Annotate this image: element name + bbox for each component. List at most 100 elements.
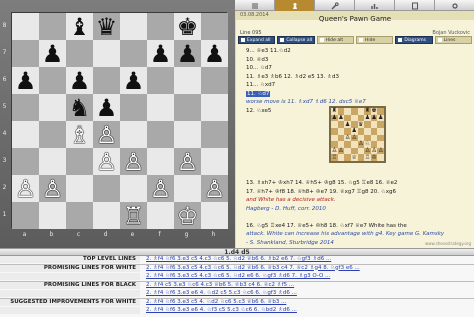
board-square[interactable] xyxy=(120,13,147,40)
board-square[interactable] xyxy=(147,67,174,94)
board-square[interactable] xyxy=(201,202,228,229)
board-square[interactable]: ♛ xyxy=(93,13,120,40)
board-square[interactable]: ♖ xyxy=(120,202,147,229)
board-square[interactable] xyxy=(12,148,39,175)
line-link[interactable]: 2. ♗f4 ♘f6 3.e3 c5 4.c3 ♘c6 5. ♘d2 ♕b6 6… xyxy=(140,256,474,263)
filter-expand-all[interactable]: Expand all xyxy=(238,36,276,44)
tab-list[interactable] xyxy=(235,0,275,11)
white-rook-icon[interactable]: ♖ xyxy=(123,204,145,228)
board-square[interactable] xyxy=(66,175,93,202)
white-pawn-icon[interactable]: ♙ xyxy=(123,150,145,174)
board-square[interactable] xyxy=(12,94,39,121)
white-pawn-icon[interactable]: ♙ xyxy=(96,150,118,174)
board-square[interactable]: ♔ xyxy=(174,202,201,229)
move-row[interactable]: attack. White can increase his advantage… xyxy=(246,230,470,239)
board-square[interactable]: ♞ xyxy=(66,94,93,121)
checkbox[interactable] xyxy=(280,38,285,42)
board-square[interactable] xyxy=(39,94,66,121)
board-square[interactable] xyxy=(93,67,120,94)
board-square[interactable] xyxy=(66,40,93,67)
board-square[interactable]: ♚ xyxy=(174,13,201,40)
line-link[interactable]: 2. ♗f4 ♘f6 3.e3 c5 4. ♘d2 ♘c6 5.c3 ♕b6 6… xyxy=(140,299,474,306)
board-square[interactable]: ♟ xyxy=(201,40,228,67)
board-square[interactable] xyxy=(174,121,201,148)
white-pawn-icon[interactable]: ♙ xyxy=(204,177,226,201)
filter-diagrams[interactable]: Diagrams xyxy=(395,36,433,44)
board-square[interactable]: ♟ xyxy=(12,67,39,94)
white-pawn-icon[interactable]: ♙ xyxy=(42,177,64,201)
filter-lines[interactable]: Lines xyxy=(434,36,472,44)
black-king-icon[interactable]: ♚ xyxy=(177,15,199,39)
tab-chart[interactable] xyxy=(355,0,395,11)
white-pawn-icon[interactable]: ♙ xyxy=(150,177,172,201)
move-row[interactable]: 9... ♕e3 11.♘d2 xyxy=(246,47,470,56)
board-square[interactable] xyxy=(120,94,147,121)
move-row[interactable]: 11. ♗e3 ♗b6 12. ♗d2 e5 13. ♗d3 xyxy=(246,73,470,82)
board-square[interactable]: ♙ xyxy=(12,175,39,202)
move-row[interactable]: and White has a decisive attack. xyxy=(246,196,470,205)
board-square[interactable] xyxy=(39,121,66,148)
checkbox[interactable] xyxy=(358,38,363,42)
black-pawn-icon[interactable]: ♟ xyxy=(150,42,172,66)
black-pawn-icon[interactable]: ♟ xyxy=(177,42,199,66)
board-square[interactable] xyxy=(66,202,93,229)
board-square[interactable] xyxy=(201,94,228,121)
line-link[interactable]: 2. ♗f4 ♘f6 3.e3 c5 4.c3 ♘c6 5. ♘d2 e6 6.… xyxy=(140,273,474,280)
board-square[interactable] xyxy=(201,67,228,94)
board-square[interactable] xyxy=(12,202,39,229)
board-square[interactable]: ♟ xyxy=(66,67,93,94)
board-square[interactable]: ♟ xyxy=(93,94,120,121)
tab-book[interactable] xyxy=(395,0,435,11)
move-row[interactable]: Hagberg - D. Huff, corr. 2010 xyxy=(246,205,470,214)
board-square[interactable] xyxy=(66,148,93,175)
black-pawn-icon[interactable]: ♟ xyxy=(69,69,91,93)
board-square[interactable]: ♙ xyxy=(147,175,174,202)
move-row[interactable]: 10. ♕d3 xyxy=(246,56,470,65)
move-row[interactable]: 10... ♘d7 xyxy=(246,64,470,73)
board-square[interactable] xyxy=(201,13,228,40)
board-square[interactable]: ♟ xyxy=(147,40,174,67)
board-square[interactable]: ♝ xyxy=(66,13,93,40)
black-queen-icon[interactable]: ♛ xyxy=(96,15,118,39)
board-square[interactable] xyxy=(12,121,39,148)
line-link[interactable]: 2. ♗f4 ♘f6 3.e3 e6 4. ♘d2 c5 5.c3 ♘c6 6.… xyxy=(140,290,474,297)
black-pawn-icon[interactable]: ♟ xyxy=(204,42,226,66)
board-square[interactable] xyxy=(201,148,228,175)
board-square[interactable] xyxy=(147,121,174,148)
board-square[interactable]: ♟ xyxy=(120,67,147,94)
line-link[interactable]: 2. ♗f4 ♘f6 3.e3 c5 4.c3 ♘c6 5. ♘d2 ♕b6 6… xyxy=(140,265,474,272)
board-square[interactable] xyxy=(174,67,201,94)
checkbox[interactable] xyxy=(319,38,324,42)
filter-hide[interactable]: Hide xyxy=(355,36,394,44)
tab-pieces[interactable] xyxy=(275,0,315,11)
board-square[interactable]: ♙ xyxy=(39,175,66,202)
black-bishop-icon[interactable]: ♝ xyxy=(69,15,91,39)
board-square[interactable] xyxy=(12,13,39,40)
board-square[interactable]: ♙ xyxy=(201,175,228,202)
board-square[interactable] xyxy=(39,202,66,229)
tab-settings[interactable] xyxy=(435,0,474,11)
move-row[interactable]: 13. ♗xh7+ ♔xh7 14. ♕h5+ ♔g8 15. ♘g5 ♖e8 … xyxy=(246,179,470,188)
board-square[interactable] xyxy=(120,40,147,67)
board-square[interactable]: ♟ xyxy=(174,40,201,67)
checkbox[interactable] xyxy=(241,38,245,42)
black-pawn-icon[interactable]: ♟ xyxy=(123,69,145,93)
board-square[interactable] xyxy=(93,202,120,229)
board-square[interactable]: ♗ xyxy=(66,121,93,148)
board-square[interactable] xyxy=(39,13,66,40)
board-square[interactable] xyxy=(12,40,39,67)
board-square[interactable] xyxy=(147,202,174,229)
white-king-icon[interactable]: ♔ xyxy=(177,204,199,228)
board-square[interactable] xyxy=(201,121,228,148)
checkbox[interactable] xyxy=(437,38,442,42)
board-square[interactable]: ♙ xyxy=(93,148,120,175)
board-square[interactable]: ♙ xyxy=(174,148,201,175)
move-row[interactable]: 17. ♕h7+ ♔f8 18. ♕h8+ ♔e7 19. ♕xg7 ♖g8 2… xyxy=(246,188,470,197)
checkbox[interactable] xyxy=(398,38,403,42)
board-square[interactable] xyxy=(93,40,120,67)
board-square[interactable]: ♟ xyxy=(39,40,66,67)
board-square[interactable] xyxy=(39,148,66,175)
board-square[interactable] xyxy=(147,13,174,40)
board-square[interactable] xyxy=(120,175,147,202)
board-square[interactable] xyxy=(147,148,174,175)
